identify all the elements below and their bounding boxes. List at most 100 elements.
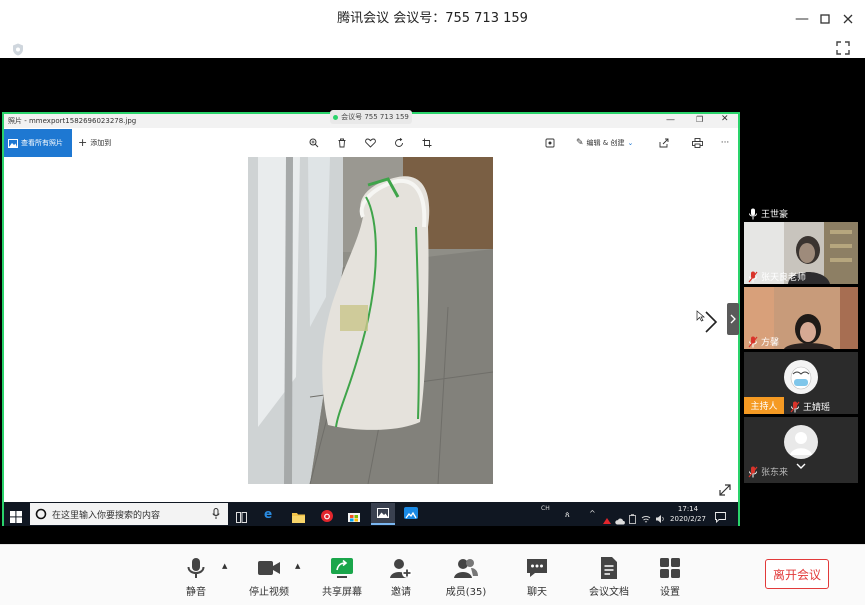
photos-app-icon <box>377 508 389 518</box>
settings-label: 设置 <box>660 587 680 598</box>
tencent-meeting-taskbar-icon[interactable] <box>404 507 418 519</box>
print-icon[interactable] <box>690 136 704 150</box>
members-icon <box>454 559 478 578</box>
participant-0[interactable]: 王世豪 <box>748 207 788 220</box>
picture-icon <box>8 138 18 148</box>
participant-1[interactable]: 张天良老师 <box>744 222 858 284</box>
crop-icon[interactable] <box>420 136 434 150</box>
taskbar-search-box[interactable]: 在这里输入你要搜索的内容 <box>30 503 228 525</box>
participant-label: 王婧瑶 <box>790 400 830 413</box>
photo-image <box>248 157 493 484</box>
microphone-small-icon <box>212 508 220 519</box>
add-user-icon <box>390 559 412 578</box>
enhance-icon[interactable] <box>543 136 557 150</box>
photos-close-icon[interactable]: ✕ <box>721 114 729 124</box>
mic-on-icon <box>749 208 757 219</box>
clock-time: 17:14 <box>677 505 699 513</box>
scroll-down-icon[interactable] <box>796 463 806 470</box>
participant-name: 王婧瑶 <box>803 403 831 413</box>
cloud-icon[interactable] <box>615 510 625 525</box>
stop-video-button[interactable]: 停止视频 <box>241 556 297 600</box>
windows-start-icon[interactable] <box>10 508 22 523</box>
battery-icon[interactable] <box>628 509 637 524</box>
delete-icon[interactable] <box>335 136 349 150</box>
avatar <box>784 360 818 394</box>
taskbar-clock[interactable]: 17:14 2020/2/27 <box>666 504 710 526</box>
share-screen-label: 共享屏幕 <box>322 587 362 598</box>
video-camera-icon <box>258 561 280 575</box>
heart-icon[interactable] <box>363 136 377 150</box>
wifi-icon[interactable] <box>641 509 651 523</box>
avatar <box>784 425 818 459</box>
green-dot-icon <box>333 114 339 120</box>
people-icon[interactable]: ጰ <box>565 510 570 520</box>
netease-music-icon[interactable] <box>321 507 333 522</box>
view-all-label: 查看所有照片 <box>21 139 63 147</box>
sidebar-collapse-button[interactable] <box>727 303 739 335</box>
mute-button[interactable]: 静音 <box>168 556 224 600</box>
participant-label: 张天良老师 <box>748 270 806 283</box>
add-to-button[interactable]: + 添加到 <box>78 136 111 149</box>
info-bar <box>0 38 865 58</box>
shield-icon[interactable] <box>12 41 24 56</box>
notification-icon[interactable] <box>715 508 726 524</box>
mic-muted-icon <box>748 336 758 347</box>
share-screen-icon <box>331 558 353 578</box>
next-photo-icon[interactable] <box>704 310 718 334</box>
tray-app-icon[interactable] <box>602 510 612 524</box>
maximize-button[interactable] <box>815 9 835 29</box>
members-button[interactable]: 成员(35) <box>438 556 494 600</box>
settings-button[interactable]: 设置 <box>642 556 698 600</box>
leave-meeting-button[interactable]: 离开会议 <box>765 559 829 589</box>
members-label: 成员(35) <box>445 587 487 598</box>
meeting-id-tag: 会议号 755 713 159 <box>330 110 412 124</box>
rotate-icon[interactable] <box>392 136 406 150</box>
photos-taskbar-button[interactable] <box>371 503 395 525</box>
stop-video-label: 停止视频 <box>249 587 289 598</box>
volume-icon[interactable] <box>655 509 665 523</box>
host-badge: 主持人 <box>744 397 784 414</box>
view-all-photos-button[interactable]: 查看所有照片 <box>4 129 72 157</box>
chat-button[interactable]: 聊天 <box>509 556 565 600</box>
input-language-indicator[interactable]: CH <box>541 505 550 512</box>
meeting-id-tag-text: 会议号 755 713 159 <box>341 113 409 121</box>
expand-icon[interactable] <box>718 482 732 496</box>
edit-create-label: 编辑 & 创建 <box>586 139 625 147</box>
invite-label: 邀请 <box>391 587 411 598</box>
maximize-icon <box>820 14 830 24</box>
participant-2[interactable]: 方馨 <box>744 287 858 349</box>
tray-chevron-up-icon[interactable]: ^ <box>589 509 596 518</box>
invite-button[interactable]: 邀请 <box>373 556 429 600</box>
file-explorer-icon[interactable] <box>292 508 305 523</box>
edit-create-button[interactable]: ✎ 编辑 & 创建 ⌄ <box>576 138 633 148</box>
store-icon[interactable] <box>348 507 360 522</box>
more-icon[interactable]: ··· <box>718 136 732 150</box>
settings-grid-icon <box>660 558 680 578</box>
photos-window-title: 照片 - mmexport1582696023278.jpg <box>8 117 137 125</box>
video-options-caret-icon[interactable]: ▲ <box>295 562 305 572</box>
mic-muted-icon <box>748 466 758 477</box>
window-title: 腾讯会议 会议号：755 713 159 <box>337 11 528 26</box>
mic-muted-icon <box>748 271 758 282</box>
edge-icon[interactable]: e <box>264 507 272 521</box>
close-icon <box>843 14 853 24</box>
microphone-icon <box>187 558 205 578</box>
close-button[interactable] <box>838 9 858 29</box>
participant-3[interactable]: 主持人 王婧瑶 <box>744 352 858 414</box>
participant-4[interactable]: 张东来 <box>744 417 858 483</box>
participant-label: 方馨 <box>748 335 779 348</box>
photos-minimize-icon[interactable]: — <box>666 115 675 125</box>
photos-restore-icon[interactable]: ❐ <box>696 115 703 124</box>
add-to-label: 添加到 <box>90 138 112 147</box>
meeting-docs-button[interactable]: 会议文档 <box>581 556 637 600</box>
share-screen-button[interactable]: 共享屏幕 <box>314 556 370 600</box>
participant-label: 张东来 <box>748 465 788 478</box>
chevron-right-icon <box>730 314 736 324</box>
task-view-icon[interactable] <box>236 508 247 523</box>
share-icon[interactable] <box>657 136 671 150</box>
zoom-icon[interactable] <box>307 136 321 150</box>
mute-options-caret-icon[interactable]: ▲ <box>222 562 232 572</box>
fullscreen-icon[interactable] <box>836 40 850 55</box>
minimize-button[interactable]: — <box>792 9 812 29</box>
plus-icon: + <box>78 136 88 149</box>
